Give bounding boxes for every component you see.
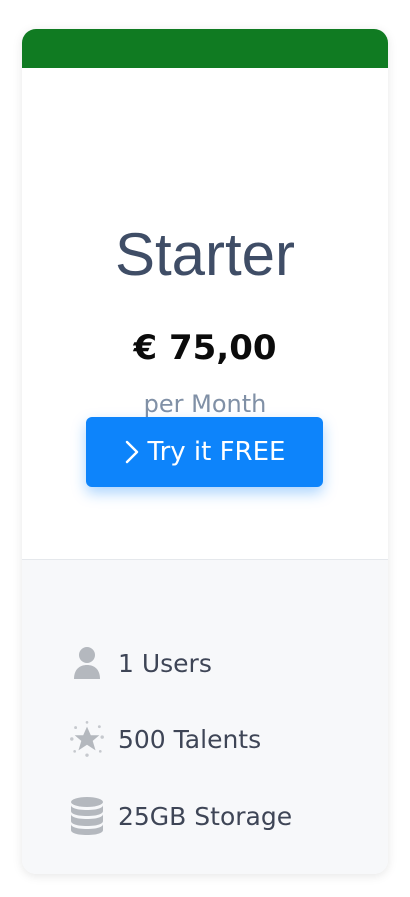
feature-item-storage: 25GB Storage <box>68 796 292 836</box>
plan-accent-bar <box>22 29 388 68</box>
pricing-card: Starter € 75,00 per Month Try it FREE 1 … <box>22 29 388 874</box>
try-free-label: Try it FREE <box>147 437 286 467</box>
plan-name: Starter <box>114 221 296 288</box>
try-free-button[interactable]: Try it FREE <box>86 417 323 487</box>
database-icon <box>68 796 106 836</box>
feature-label: 500 Talents <box>118 724 262 754</box>
feature-item-talents: 500 Talents <box>68 719 261 759</box>
user-icon <box>68 643 106 683</box>
chevron-right-icon <box>124 439 140 465</box>
feature-item-users: 1 Users <box>68 643 212 683</box>
feature-label: 25GB Storage <box>118 801 293 831</box>
feature-list: 1 Users 500 Talents 25GB Storage <box>22 560 388 874</box>
plan-price: € 75,00 <box>133 328 277 368</box>
feature-label: 1 Users <box>118 648 212 678</box>
star-burst-icon <box>68 719 106 759</box>
billing-period: per Month <box>143 390 267 418</box>
